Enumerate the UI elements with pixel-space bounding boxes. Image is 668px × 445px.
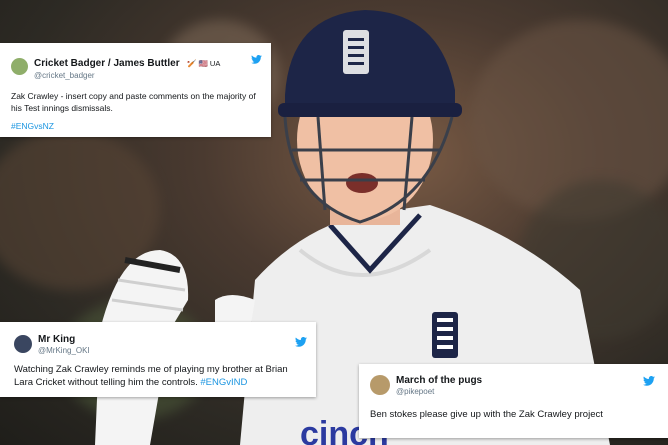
tweet-card-2[interactable]: Mr King @MrKing_OKI Watching Zak Crawley… bbox=[0, 322, 316, 397]
tweet-hashtag[interactable]: #ENGvIND bbox=[200, 377, 247, 388]
twitter-bird-icon[interactable] bbox=[251, 55, 262, 64]
tweet-text: Zak Crawley - insert copy and paste comm… bbox=[11, 90, 256, 113]
avatar[interactable] bbox=[14, 335, 32, 354]
shirt-crest-icon bbox=[432, 312, 458, 358]
avatar[interactable] bbox=[11, 58, 28, 76]
author-name-suffix: 🏏 🇺🇸 UA bbox=[187, 59, 221, 68]
avatar[interactable] bbox=[370, 375, 390, 396]
tweet-header: Cricket Badger / James Buttler 🏏 🇺🇸 UA @… bbox=[11, 53, 261, 81]
tweet-card-3[interactable]: March of the pugs @pikepoet Ben stokes p… bbox=[359, 364, 668, 438]
tweet-author-handle[interactable]: @pikepoet bbox=[396, 387, 482, 396]
twitter-bird-icon[interactable] bbox=[643, 376, 655, 386]
twitter-bird-icon[interactable] bbox=[295, 337, 307, 347]
tweet-author-name[interactable]: March of the pugs bbox=[396, 375, 482, 387]
tweet-author-name[interactable]: Cricket Badger / James Buttler bbox=[34, 58, 180, 69]
tweet-header: Mr King @MrKing_OKI bbox=[14, 334, 306, 355]
tweet-author-name[interactable]: Mr King bbox=[38, 334, 90, 346]
tweet-text: Ben stokes please give up with the Zak C… bbox=[370, 408, 603, 420]
tweet-header: March of the pugs @pikepoet bbox=[370, 375, 658, 396]
tweet-hashtag[interactable]: #ENGvsNZ bbox=[11, 120, 261, 132]
tweet-author-handle[interactable]: @MrKing_OKI bbox=[38, 346, 90, 355]
tweet-card-1[interactable]: Cricket Badger / James Buttler 🏏 🇺🇸 UA @… bbox=[0, 43, 271, 137]
tweet-text: Watching Zak Crawley reminds me of playi… bbox=[14, 363, 306, 391]
tweet-author-handle[interactable]: @cricket_badger bbox=[34, 71, 220, 80]
helmet-crest-icon bbox=[343, 30, 369, 74]
